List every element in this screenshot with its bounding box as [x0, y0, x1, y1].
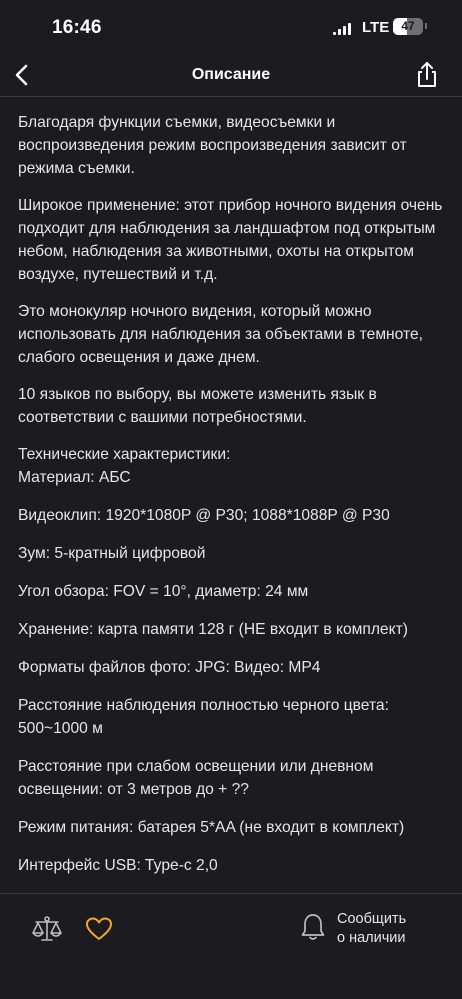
spec-item: Расстояние при слабом освещении или днев… [18, 758, 374, 798]
description-paragraph: Благодаря функции съемки, видеосъемки и … [18, 114, 407, 177]
specs-heading: Технические характеристики: [18, 446, 231, 463]
description-paragraph: 10 языков по выбору, вы можете изменить … [18, 386, 377, 426]
spec-item: Зум: 5-кратный цифровой [18, 545, 206, 562]
notify-availability-button[interactable]: Сообщить о наличии [296, 908, 446, 948]
notify-label-line1: Сообщить [337, 911, 407, 927]
description-paragraph: Широкое применение: этот прибор ночного … [18, 197, 443, 283]
notify-label: Сообщить о наличии [337, 910, 447, 948]
spec-item: Интерфейс USB: Type-c 2,0 [18, 857, 218, 874]
spec-item: Угол обзора: FOV = 10°, диаметр: 24 мм [18, 583, 309, 600]
description-content: Благодаря функции съемки, видеосъемки и … [0, 97, 462, 893]
share-button[interactable] [412, 58, 442, 92]
scales-icon [32, 916, 62, 941]
status-time: 16:46 [52, 17, 102, 38]
favorite-button[interactable] [84, 915, 114, 943]
spec-item: Форматы файлов фото: JPG: Видео: MP4 [18, 659, 321, 676]
cellular-signal-icon [333, 21, 355, 35]
battery-level: 47 [401, 19, 415, 33]
spec-item: Режим питания: батарея 5*AA (не входит в… [18, 819, 405, 836]
spec-item: Расстояние наблюдения полностью черного … [18, 697, 389, 737]
page-title: Описание [191, 66, 271, 83]
notify-label-line2: о наличии [337, 930, 406, 946]
spec-item: Хранение: карта памяти 128 г (НЕ входит … [18, 621, 408, 638]
battery-icon: 47 [393, 18, 423, 35]
heart-icon [86, 917, 112, 940]
network-type: LTE [362, 19, 390, 36]
description-paragraph: Это монокуляр ночного видения, который м… [18, 303, 423, 366]
nav-bar: Описание [0, 54, 462, 96]
battery-cap [425, 23, 427, 29]
spec-item: Видеоклип: 1920*1080P @ P30; 1088*1088P … [18, 507, 390, 524]
bell-icon [301, 914, 325, 940]
spec-item: Материал: АБС [18, 469, 131, 486]
share-icon [418, 62, 436, 87]
bottom-action-bar: Сообщить о наличии [0, 894, 462, 999]
status-bar: 16:46 LTE 47 [0, 0, 462, 54]
compare-button[interactable] [30, 914, 64, 944]
